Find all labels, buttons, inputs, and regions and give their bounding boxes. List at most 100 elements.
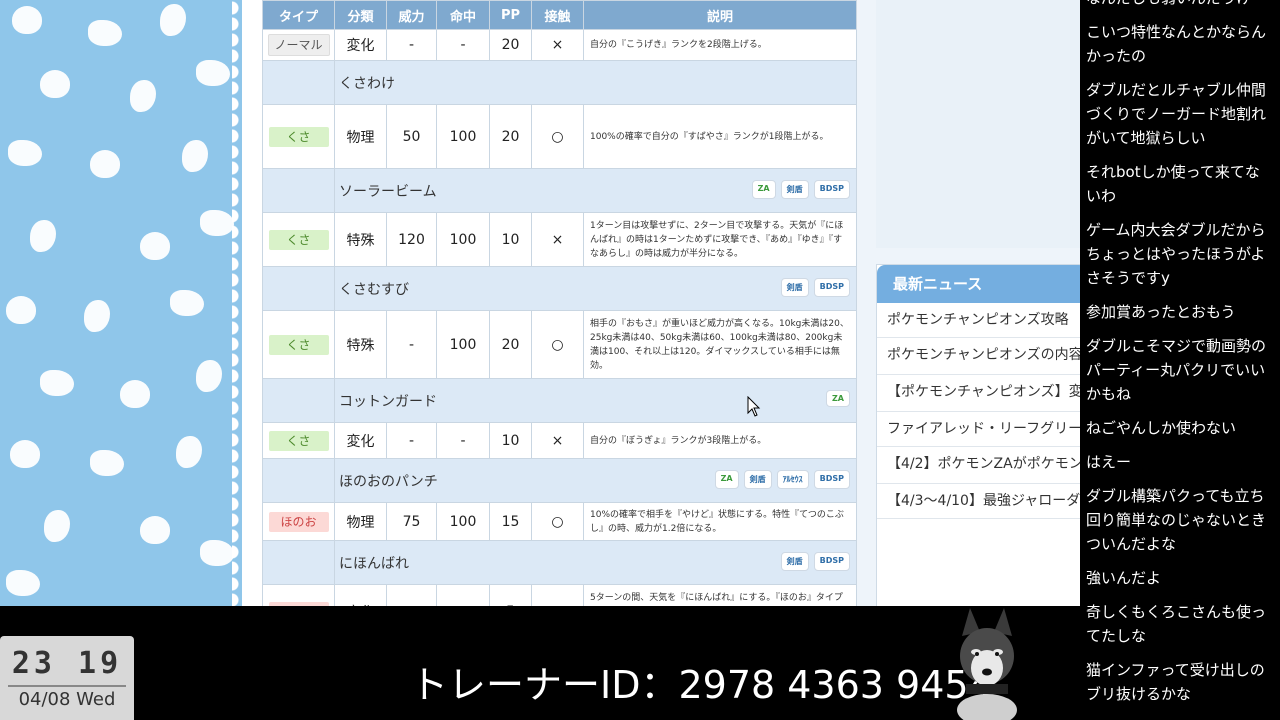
- sidebar: 最新ニュース ポケモンチャンピオンズ攻略ポケモンチャンピオンズの内容を掲載！NE…: [876, 0, 1082, 606]
- header-contact: 接触: [531, 0, 584, 30]
- move-category: 変化: [334, 584, 387, 606]
- table-row: くさ 変化 - -10 × 自分の『ぼうぎょ』ランクが3段階上がる。: [262, 422, 857, 459]
- news-item[interactable]: ポケモンチャンピオンズ攻略: [877, 303, 1082, 338]
- type-badge: くさ: [268, 126, 329, 147]
- news-box: 最新ニュース ポケモンチャンピオンズ攻略ポケモンチャンピオンズの内容を掲載！NE…: [876, 264, 1082, 606]
- move-name-link[interactable]: くさむすび: [339, 282, 409, 298]
- silhouette-icon: [120, 380, 150, 408]
- type-badge: くさ: [268, 229, 329, 250]
- news-link[interactable]: ポケモンチャンピオンズの内容を掲載！: [887, 347, 1082, 363]
- move-name-link[interactable]: くさわけ: [339, 76, 395, 92]
- game-tag[interactable]: ZA: [826, 390, 850, 407]
- decorative-wallpaper: [0, 0, 242, 606]
- move-pp: 10: [489, 212, 532, 267]
- silhouette-icon: [200, 540, 234, 566]
- move-name-row: ほのおのパンチ ZA 剣盾 ｱﾙｾｳｽ BDSP: [262, 458, 857, 503]
- move-name-link[interactable]: コットンガード: [339, 394, 437, 410]
- move-power: -: [386, 422, 437, 459]
- game-tag[interactable]: 剣盾: [743, 470, 772, 489]
- move-power: -: [386, 29, 437, 61]
- move-accuracy: 100: [436, 104, 490, 169]
- header-category: 分類: [334, 0, 387, 30]
- move-contact: ○: [531, 310, 584, 379]
- silhouette-icon: [196, 60, 230, 86]
- comment-item: 強いんだよ: [1086, 569, 1162, 587]
- silhouette-icon: [196, 360, 222, 392]
- silhouette-icon: [30, 220, 56, 252]
- header-power: 威力: [386, 0, 437, 30]
- news-link[interactable]: 【ポケモンチャンピオンズ】変わることまとめを掲載！: [887, 384, 1082, 400]
- game-tag[interactable]: ZA: [751, 180, 776, 199]
- move-accuracy: -: [436, 29, 490, 61]
- silhouette-icon: [176, 436, 202, 468]
- silhouette-icon: [140, 516, 170, 544]
- header-pp: PP: [489, 0, 532, 30]
- clock-widget: 23 19 04/08 Wed: [0, 636, 134, 720]
- silhouette-icon: [84, 300, 110, 332]
- move-accuracy: 100: [436, 212, 490, 267]
- game-tag[interactable]: 剣盾: [780, 278, 809, 297]
- table-row: ノーマル 変化 - - 20 × 自分の『こうげき』ランクを2段階上げる。: [262, 29, 857, 61]
- table-row: くさ 特殊 -100 20 ○ 相手の『おもさ』が重いほど威力が高くなる。10kg未満は2…: [262, 310, 857, 379]
- game-tag[interactable]: 剣盾: [780, 552, 809, 571]
- move-category: 特殊: [334, 212, 387, 267]
- move-name-link[interactable]: にほんばれ: [339, 556, 409, 572]
- type-badge: くさ: [268, 334, 329, 355]
- move-description: 1ターン目は攻撃せずに、2ターン目で攻撃する。天気が『にほんばれ』の時は1ターン…: [583, 212, 857, 267]
- table-row: ほのお 物理 75 100 15 ○ 10%の確率で相手を『やけど』状態にする。特性『てつの…: [262, 502, 857, 541]
- comment-item: ねごやんしか使わない: [1086, 419, 1237, 437]
- news-link[interactable]: 【4/2】ポケモンZAがポケモンオヤブン御三家がふしぎなおくりもの！: [887, 456, 1082, 472]
- game-tag[interactable]: BDSP: [813, 552, 850, 571]
- move-category: 変化: [334, 29, 387, 61]
- move-contact: ×: [531, 584, 584, 606]
- sidebar-ad-area: [876, 0, 1082, 248]
- move-pp: 5: [489, 584, 532, 606]
- game-tag[interactable]: BDSP: [813, 180, 850, 199]
- comment-item: ダブルだとルチャブル仲間づくりでノーガード地割れがいて地獄らしい: [1086, 81, 1267, 147]
- comment-item: それbotしか使って来てないわ: [1086, 163, 1260, 205]
- silhouette-icon: [140, 232, 170, 260]
- move-name-link[interactable]: ソーラービーム: [339, 184, 437, 200]
- comment-pane: なんだしも弱いんだうけこいつ特性なんとかならんかったのダブルだとルチャブル仲間づ…: [1080, 0, 1280, 720]
- header-accuracy: 命中: [436, 0, 490, 30]
- move-description: 自分の『こうげき』ランクを2段階上げる。: [583, 29, 857, 61]
- move-category: 物理: [334, 104, 387, 169]
- game-tag[interactable]: ZA: [714, 470, 739, 489]
- move-name-link[interactable]: ほのおのパンチ: [339, 474, 438, 490]
- move-description: 自分の『ぼうぎょ』ランクが3段階上がる。: [583, 422, 857, 459]
- comment-item: ゲーム内大会ダブルだからちょっとはやったほうがよさそうですy: [1086, 221, 1266, 287]
- news-link[interactable]: ポケモンチャンピオンズ攻略: [887, 312, 1069, 328]
- move-category: 特殊: [334, 310, 387, 379]
- game-tag[interactable]: 剣盾: [780, 180, 809, 199]
- news-item[interactable]: 【ポケモンチャンピオンズ】変わることまとめを掲載！NEW: [877, 375, 1082, 412]
- silhouette-icon: [40, 70, 70, 98]
- comment-item: 参加賞あったとおもう: [1086, 303, 1236, 321]
- move-power: -: [386, 584, 437, 606]
- news-link[interactable]: ファイアレッド・リーフグリーンリニューアル掲載！: [887, 421, 1082, 437]
- silhouette-icon: [130, 80, 156, 112]
- news-link[interactable]: 【4/3〜4/10】最強ジャローダ: [887, 493, 1080, 509]
- comment-item: ダブルこそマジで動画勢のパーティー丸パクリでいいかもね: [1086, 337, 1267, 403]
- game-tag[interactable]: BDSP: [813, 278, 850, 297]
- type-badge: ノーマル: [267, 34, 330, 56]
- news-item[interactable]: ポケモンチャンピオンズの内容を掲載！NEW: [877, 338, 1082, 375]
- news-item[interactable]: ファイアレッド・リーフグリーンリニューアル掲載！: [877, 412, 1082, 447]
- move-table: タイプ 分類 威力 命中 PP 接触 説明 ノーマル 変化 - - 20 × 自…: [262, 0, 857, 606]
- move-accuracy: 100: [436, 502, 490, 541]
- move-description: 10%の確率で相手を『やけど』状態にする。特性『てつのこぶし』の時、威力が1.2…: [583, 502, 857, 541]
- husky-avatar: [957, 608, 1017, 720]
- silhouette-icon: [8, 140, 42, 166]
- silhouette-icon: [90, 450, 124, 476]
- news-item[interactable]: 【4/3〜4/10】最強ジャローダ: [877, 484, 1082, 519]
- silhouette-icon: [90, 150, 120, 178]
- game-tag[interactable]: ｱﾙｾｳｽ: [776, 470, 809, 489]
- move-name-row: ソーラービーム ZA 剣盾 BDSP: [262, 168, 857, 213]
- silhouette-icon: [44, 510, 70, 542]
- news-item[interactable]: 【4/2】ポケモンZAがポケモンオヤブン御三家がふしぎなおくりもの！NEW: [877, 447, 1082, 484]
- table-row: くさ 物理 50 100 20 ○ 100%の確率で自分の『すばやさ』ランクが1段階上がる。: [262, 104, 857, 169]
- type-badge: くさ: [268, 430, 329, 451]
- webpage-content[interactable]: タイプ 分類 威力 命中 PP 接触 説明 ノーマル 変化 - - 20 × 自…: [262, 0, 1082, 606]
- game-tag[interactable]: BDSP: [813, 470, 850, 489]
- move-contact: ○: [531, 502, 584, 541]
- move-power: 75: [386, 502, 437, 541]
